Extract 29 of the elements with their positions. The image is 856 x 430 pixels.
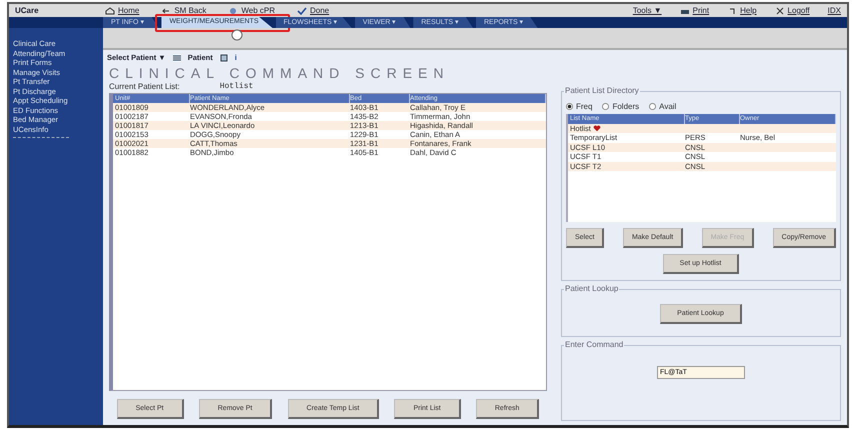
toolbar-link[interactable]: SM Back (161, 6, 206, 15)
screen-title: CLINICAL COMMAND SCREEN (109, 65, 451, 81)
toolbar-link[interactable]: Tools ▼ (632, 6, 662, 15)
toolbar-link[interactable]: Done (297, 6, 330, 15)
toolbar-link[interactable]: Logoff (774, 6, 810, 15)
radio-button[interactable] (602, 103, 610, 110)
toolbar-link[interactable]: Print (680, 6, 710, 15)
current-list-value: Hotlist (220, 82, 254, 91)
close-icon (774, 6, 785, 14)
current-list-label: Current Patient List: (109, 82, 180, 91)
globe-icon (228, 6, 238, 14)
panel-legend: Patient List Directory (564, 86, 640, 95)
app-name: UCare (15, 6, 40, 15)
house-icon (105, 6, 115, 14)
toolbar-link[interactable]: Help (727, 6, 757, 15)
radio-option[interactable]: Freq (566, 102, 592, 111)
document-icon (218, 54, 229, 62)
list-icon (172, 54, 182, 62)
panel-legend: Patient Lookup (564, 284, 620, 293)
radio-option[interactable]: Avail (649, 102, 676, 111)
radio-option[interactable]: Folders (602, 102, 640, 111)
toolbar-link[interactable]: Web cPR (228, 6, 275, 15)
toolbar-link[interactable]: IDX (828, 6, 841, 15)
back-arrow-icon (161, 6, 172, 14)
toolbar-link[interactable]: Home (105, 6, 140, 15)
panel-legend: Enter Command (564, 340, 624, 349)
radio-button[interactable] (566, 103, 573, 110)
checkmark-icon (297, 6, 307, 14)
radio-button[interactable] (649, 103, 656, 110)
